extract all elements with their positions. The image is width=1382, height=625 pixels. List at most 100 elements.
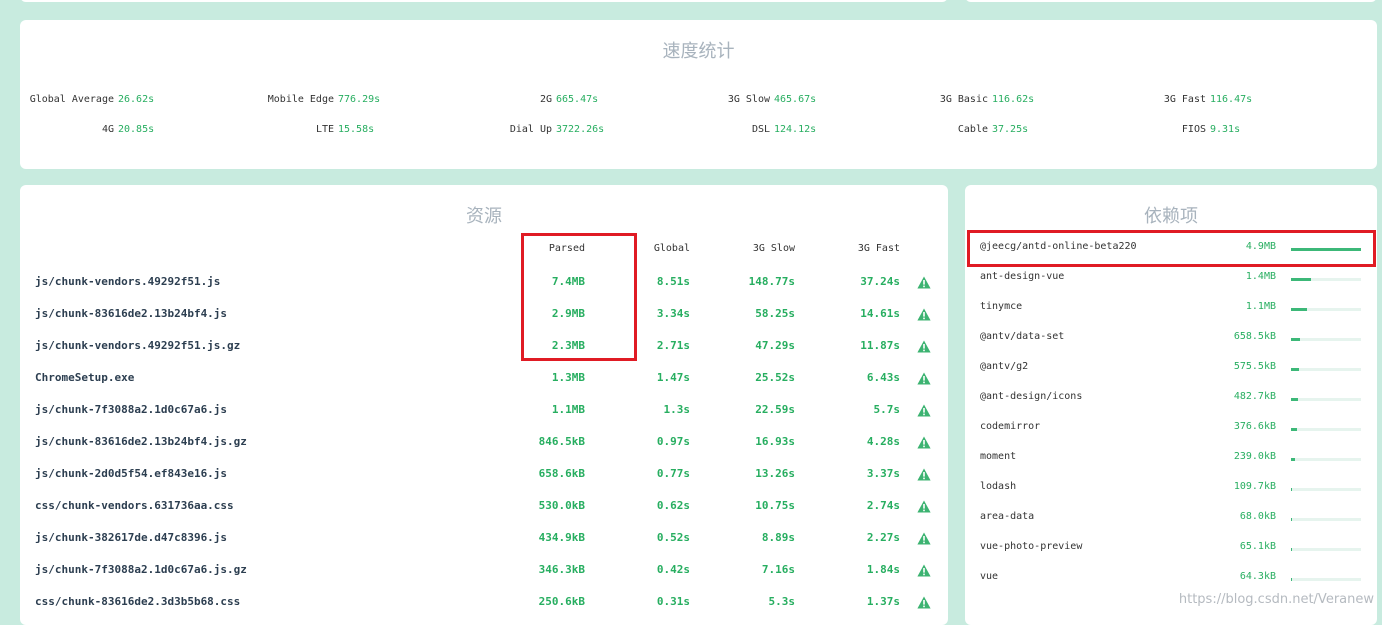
parsed-size: 434.9kB — [538, 531, 585, 544]
speed-label: 3G Slow — [727, 94, 770, 105]
3g-fast-time: 2.74s — [866, 499, 900, 512]
3g-fast-time: 1.37s — [866, 595, 900, 608]
dependency-size-bar-fill — [1291, 428, 1297, 431]
speed-value: 26.62s — [118, 94, 155, 105]
dependency-name: tinymce — [980, 301, 1023, 312]
dependency-name: @antv/data-set — [980, 331, 1065, 342]
speed-label: FIOS — [1181, 124, 1206, 135]
global-time: 0.62s — [656, 499, 690, 512]
dependency-size-bar-fill — [1291, 548, 1293, 551]
3g-slow-time: 16.93s — [755, 435, 795, 448]
dependency-size-bar-fill — [1291, 368, 1300, 371]
3g-slow-time: 47.29s — [755, 339, 795, 352]
speed-value: 665.47s — [556, 94, 599, 105]
global-time: 0.31s — [656, 595, 690, 608]
asset-row: js/chunk-382617de.d47c8396.js 434.9kB 0.52… — [20, 525, 948, 557]
warning-triangle-icon — [917, 532, 931, 545]
speed-value: 15.58s — [338, 124, 375, 135]
speed-label: 3G Fast — [1163, 94, 1206, 105]
dependency-size: 575.5kB — [1233, 361, 1276, 372]
dependency-name: area-data — [980, 511, 1035, 522]
warning-triangle-icon — [917, 404, 931, 417]
warning-triangle-icon — [917, 308, 931, 321]
global-time: 3.34s — [656, 307, 690, 320]
dependency-name: @antv/g2 — [980, 361, 1029, 372]
dependency-row: codemirror 376.6kB — [965, 415, 1377, 445]
dependency-name: codemirror — [980, 421, 1041, 432]
dependency-size: 376.6kB — [1233, 421, 1276, 432]
3g-slow-time: 5.3s — [768, 595, 796, 608]
speed-value: 124.12s — [774, 124, 817, 135]
dependency-row: @ant-design/icons 482.7kB — [965, 385, 1377, 415]
asset-file-name: js/chunk-vendors.49292f51.js — [35, 275, 221, 288]
global-time: 1.47s — [656, 371, 690, 384]
speed-item: DSL 124.12s — [666, 124, 876, 140]
warning-triangle-icon — [917, 276, 931, 289]
asset-file-name: ChromeSetup.exe — [35, 371, 135, 384]
parsed-size: 1.3MB — [551, 371, 585, 384]
warning-triangle-icon — [917, 500, 931, 513]
speed-item: Cable 37.25s — [884, 124, 1094, 140]
speed-value: 465.67s — [774, 94, 817, 105]
asset-row: js/chunk-7f3088a2.1d0c67a6.js 1.1MB 1.3s 22… — [20, 397, 948, 429]
asset-file-name: js/chunk-vendors.49292f51.js.gz — [35, 339, 241, 352]
speed-stats-title: 速度统计 — [662, 41, 735, 62]
parsed-size: 846.5kB — [538, 435, 585, 448]
asset-row: js/chunk-7f3088a2.1d0c67a6.js.gz 346.3kB 0… — [20, 557, 948, 589]
speed-value: 20.85s — [118, 124, 155, 135]
top-card-left — [20, 0, 948, 2]
column-header-3g-fast[interactable]: 3G Fast — [858, 243, 900, 254]
asset-file-name: css/chunk-vendors.631736aa.css — [35, 499, 234, 512]
speed-value: 9.31s — [1210, 124, 1241, 135]
dependency-row: tinymce 1.1MB — [965, 295, 1377, 325]
column-header-3g-slow[interactable]: 3G Slow — [753, 243, 795, 254]
global-time: 2.71s — [656, 339, 690, 352]
dependency-size: 658.5kB — [1233, 331, 1276, 342]
global-time: 1.3s — [663, 403, 691, 416]
asset-file-name: js/chunk-2d0d5f54.ef843e16.js — [35, 467, 228, 480]
assets-card: 资源 Parsed Global 3G Slow 3G Fast js/chun… — [20, 185, 948, 625]
speed-item: 4G 20.85s — [10, 124, 220, 140]
dependency-row: lodash 109.7kB — [965, 475, 1377, 505]
dependency-size: 68.0kB — [1239, 511, 1276, 522]
warning-triangle-icon — [917, 564, 931, 577]
speed-label: Global Average — [29, 94, 114, 105]
asset-row: js/chunk-2d0d5f54.ef843e16.js 658.6kB 0.77… — [20, 461, 948, 493]
dependency-name: @ant-design/icons — [980, 391, 1083, 402]
speed-label: LTE — [315, 124, 334, 135]
warning-triangle-icon — [917, 468, 931, 481]
asset-file-name: js/chunk-83616de2.13b24bf4.js — [35, 307, 228, 320]
dependency-size-bar-fill — [1291, 398, 1298, 401]
asset-row: js/chunk-83616de2.13b24bf4.js.gz 846.5kB 0… — [20, 429, 948, 461]
dependency-size-bar — [1291, 308, 1361, 311]
dependency-row: area-data 68.0kB — [965, 505, 1377, 535]
3g-slow-time: 148.77s — [748, 275, 795, 288]
asset-row: css/chunk-83616de2.3d3b5b68.css 250.6kB 0.… — [20, 589, 948, 621]
3g-slow-time: 7.16s — [761, 563, 795, 576]
column-header-global[interactable]: Global — [654, 243, 690, 254]
speed-label: DSL — [751, 124, 770, 135]
speed-item: LTE 15.58s — [230, 124, 440, 140]
3g-slow-time: 13.26s — [755, 467, 795, 480]
asset-row: js/chunk-83616de2.13b24bf4.js 2.9MB 3.34s 5… — [20, 301, 948, 333]
3g-slow-time: 10.75s — [755, 499, 795, 512]
speed-stats-card: 速度统计 Global Average 26.62s Mobile Edge 776.… — [20, 20, 1377, 169]
dependency-size-bar — [1291, 488, 1361, 491]
3g-fast-time: 2.27s — [866, 531, 900, 544]
3g-fast-time: 37.24s — [860, 275, 900, 288]
speed-label: Mobile Edge — [267, 94, 334, 105]
speed-label: Cable — [957, 124, 988, 135]
3g-fast-time: 14.61s — [860, 307, 900, 320]
speed-label: Dial Up — [509, 124, 552, 135]
3g-fast-time: 3.37s — [866, 467, 900, 480]
asset-file-name: js/chunk-382617de.d47c8396.js — [35, 531, 228, 544]
3g-slow-time: 25.52s — [755, 371, 795, 384]
speed-item: Mobile Edge 776.29s — [230, 94, 440, 110]
3g-slow-time: 58.25s — [755, 307, 795, 320]
dependency-size-bar — [1291, 278, 1361, 281]
global-time: 0.77s — [656, 467, 690, 480]
watermark: https://blog.csdn.net/Veranew — [1178, 592, 1374, 607]
parsed-highlight-box — [521, 233, 637, 361]
global-time: 0.97s — [656, 435, 690, 448]
dependency-size: 1.1MB — [1245, 301, 1276, 312]
